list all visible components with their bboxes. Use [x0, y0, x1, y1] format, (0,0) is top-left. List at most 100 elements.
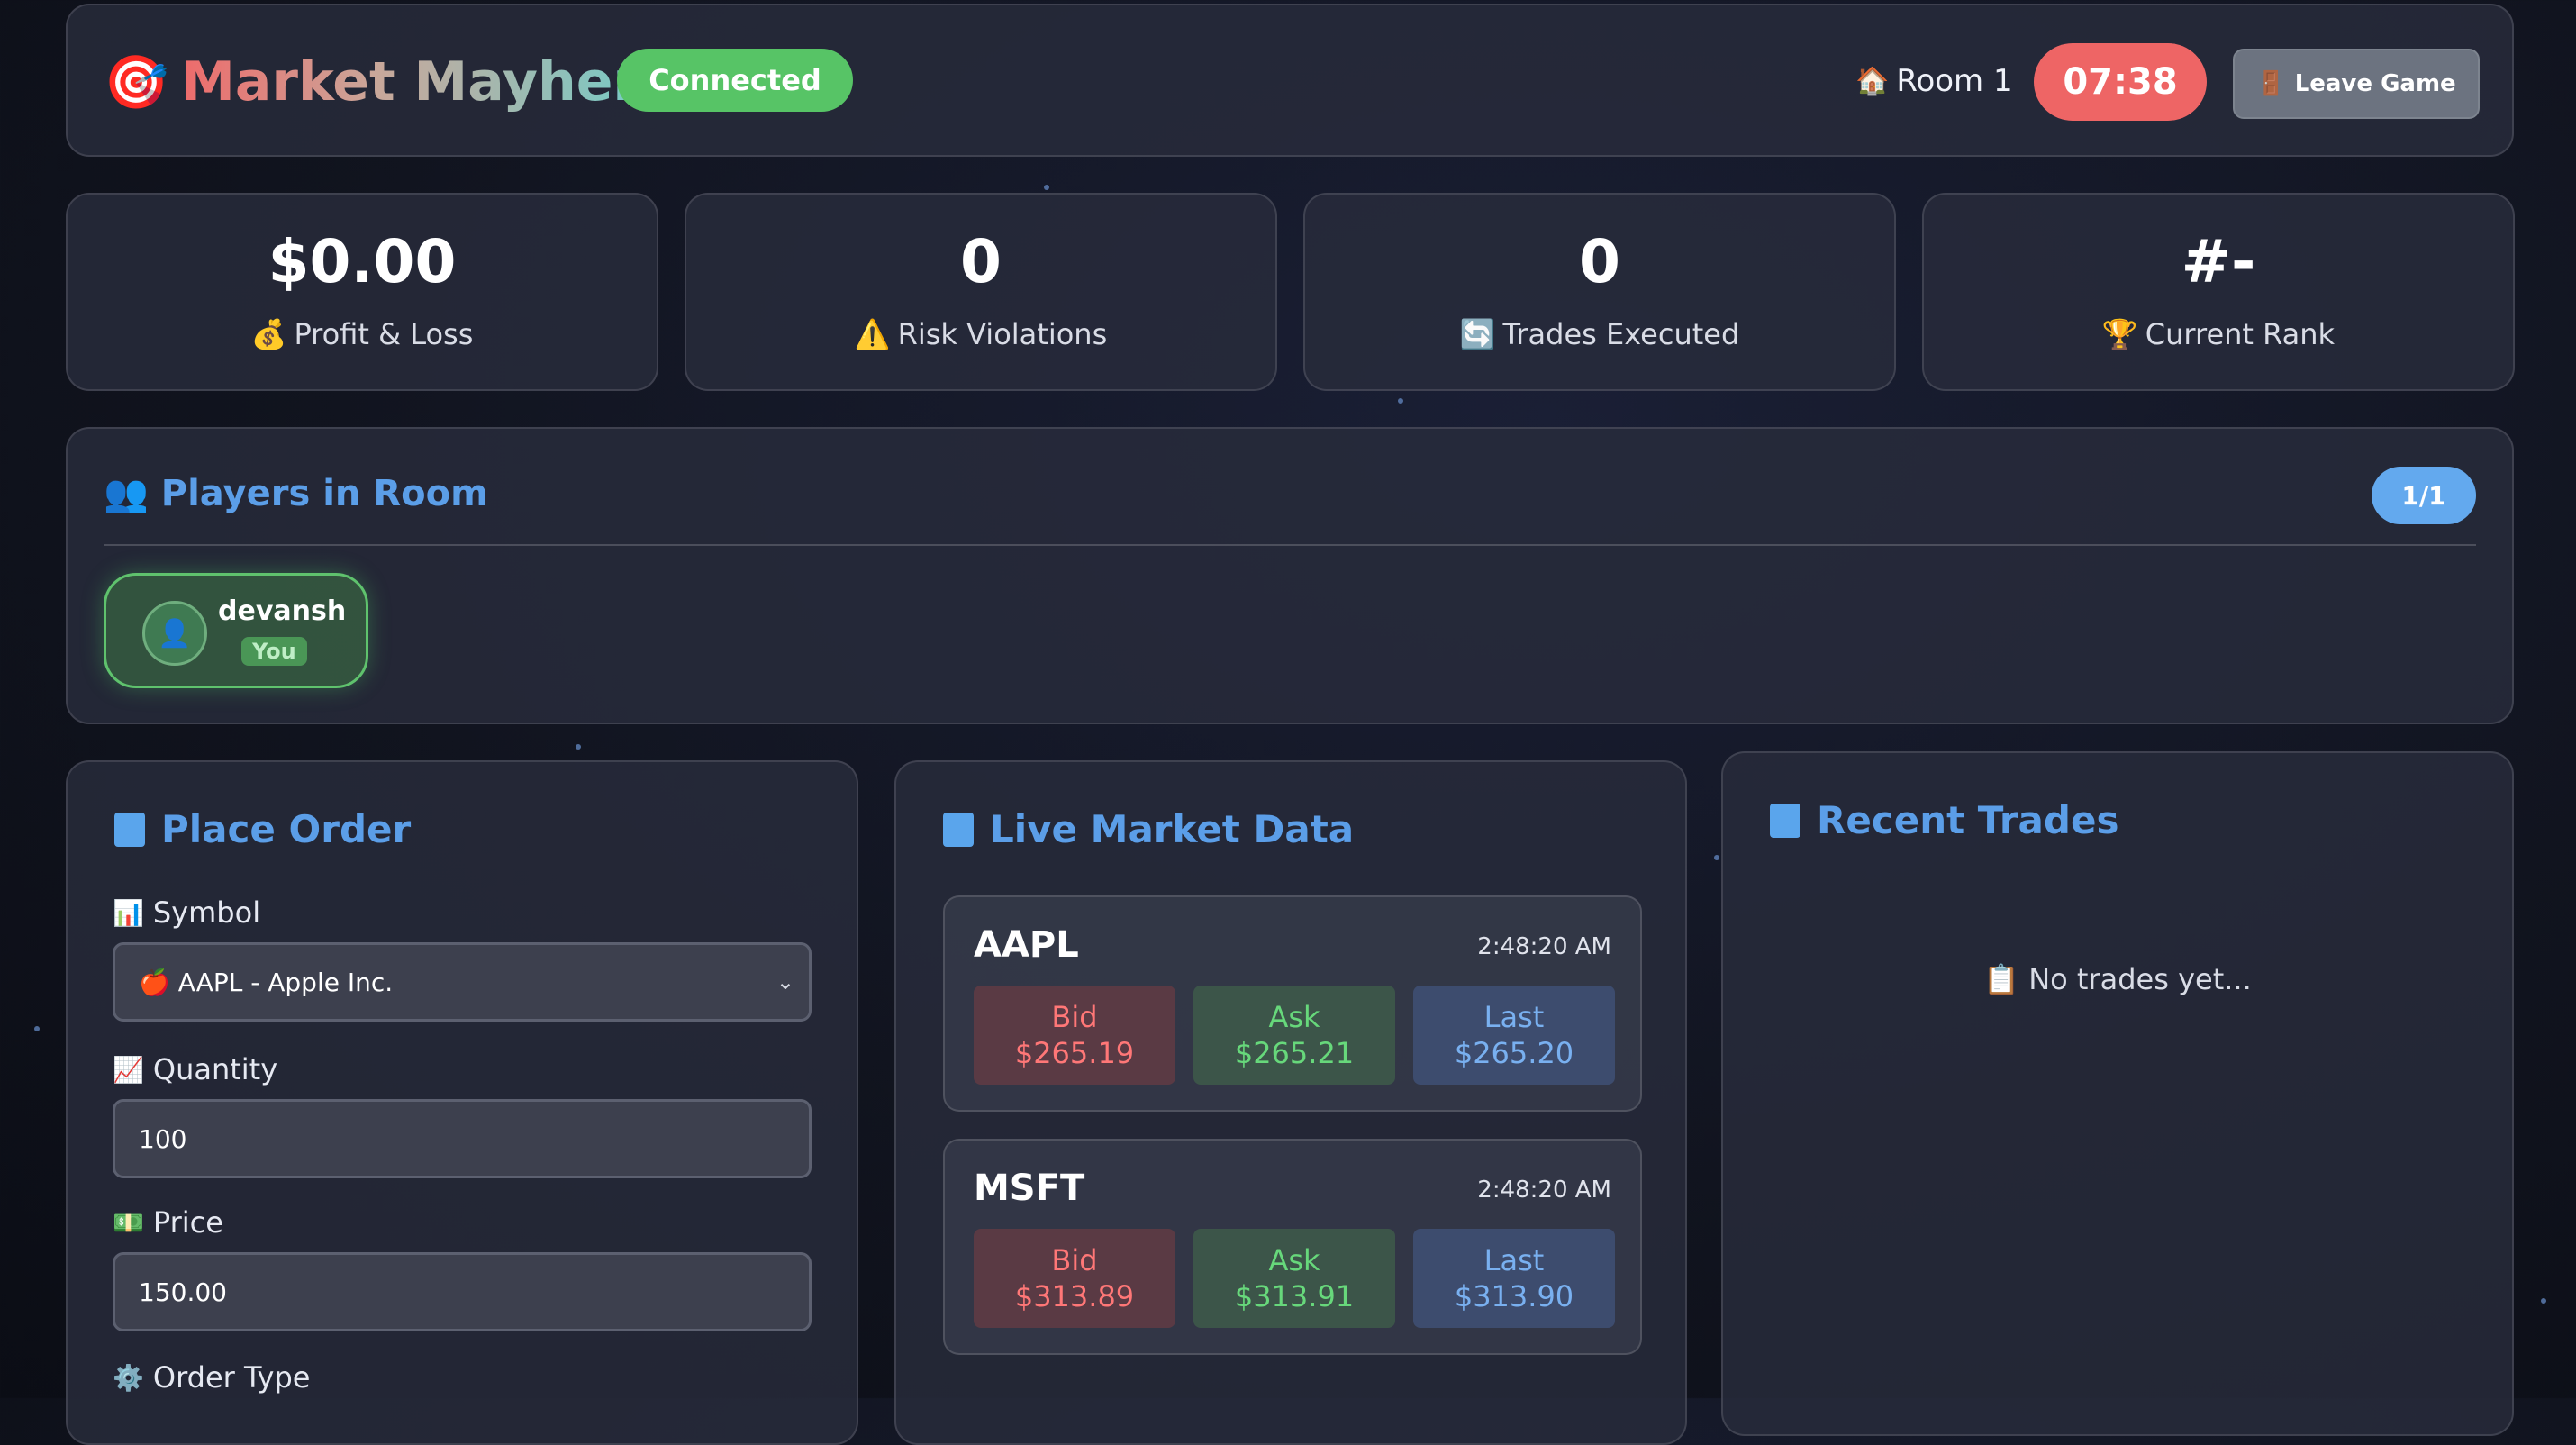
- recent-trades-title: Recent Trades: [1770, 798, 2118, 842]
- house-icon: 🏠: [1855, 65, 1890, 97]
- ticker-time: 2:48:20 AM: [1477, 933, 1611, 960]
- background-star: [1398, 398, 1403, 404]
- market-data-title-text: Live Market Data: [990, 807, 1355, 851]
- stat-label: 💰 Profit & Loss: [251, 317, 474, 351]
- ask-label: Ask: [1268, 1000, 1320, 1034]
- stat-trades-executed: 0 🔄 Trades Executed: [1303, 193, 1896, 391]
- leave-game-button[interactable]: 🚪 Leave Game: [2233, 49, 2480, 119]
- chart-square-icon: [943, 812, 974, 847]
- stat-value: $0.00: [268, 227, 457, 296]
- stat-risk-violations: 0 ⚠️ Risk Violations: [685, 193, 1277, 391]
- bid-value: $265.19: [1014, 1036, 1135, 1070]
- room-indicator: 🏠 Room 1: [1855, 63, 2013, 99]
- app-title: Market Mayhem: [181, 50, 669, 114]
- place-order-title-text: Place Order: [161, 807, 412, 851]
- quantity-label: 📈 Quantity: [113, 1052, 277, 1086]
- symbol-select-value: 🍎 AAPL - Apple Inc.: [139, 967, 394, 997]
- divider: [104, 544, 2476, 546]
- bid-cell: Bid $313.89: [974, 1229, 1175, 1328]
- dart-icon: 🎯: [104, 50, 169, 113]
- warning-icon: ⚠️: [854, 317, 891, 351]
- background-star: [1714, 855, 1719, 860]
- background-star: [34, 1026, 40, 1031]
- price-input[interactable]: 150.00: [113, 1252, 812, 1331]
- price-label-text: Price: [152, 1205, 223, 1240]
- bid-label: Bid: [1051, 1000, 1098, 1034]
- ask-cell: Ask $313.91: [1193, 1229, 1395, 1328]
- bid-label: Bid: [1051, 1243, 1098, 1277]
- ask-cell: Ask $265.21: [1193, 986, 1395, 1085]
- people-icon: 👥: [104, 473, 149, 514]
- trophy-icon: 🏆: [2101, 317, 2138, 351]
- last-label: Last: [1483, 1000, 1545, 1034]
- players-title: 👥 Players in Room: [104, 472, 488, 514]
- gear-icon: ⚙️: [113, 1362, 144, 1393]
- player-name: devansh: [218, 595, 347, 627]
- last-label: Last: [1483, 1243, 1545, 1277]
- bid-cell: Bid $265.19: [974, 986, 1175, 1085]
- banknote-icon: 💵: [113, 1207, 144, 1238]
- price-label: 💵 Price: [113, 1205, 223, 1240]
- recent-trades-panel: Recent Trades 📋 No trades yet...: [1721, 751, 2514, 1436]
- stat-current-rank: #- 🏆 Current Rank: [1922, 193, 2515, 391]
- symbol-label-text: Symbol: [152, 895, 261, 930]
- player-count-badge: 1/1: [2372, 467, 2476, 524]
- order-type-label: ⚙️ Order Type: [113, 1360, 310, 1395]
- stat-value: 0: [960, 227, 1002, 296]
- market-data-title: Live Market Data: [943, 807, 1354, 851]
- ticker-symbol: AAPL: [974, 924, 1079, 966]
- symbol-select[interactable]: 🍎 AAPL - Apple Inc. ⌄: [113, 942, 812, 1022]
- ask-label: Ask: [1268, 1243, 1320, 1277]
- symbol-label: 📊 Symbol: [113, 895, 260, 930]
- refresh-icon: 🔄: [1459, 317, 1496, 351]
- trend-up-icon: 📈: [113, 1054, 144, 1085]
- no-trades-message: 📋 No trades yet...: [1983, 962, 2252, 996]
- market-ticker-card[interactable]: MSFT 2:48:20 AM Bid $313.89 Ask $313.91 La…: [943, 1139, 1642, 1355]
- room-name: Room 1: [1896, 63, 2013, 99]
- player-card[interactable]: 👤 devansh You: [104, 573, 368, 688]
- bid-value: $313.89: [1014, 1279, 1135, 1313]
- place-order-panel: Place Order 📊 Symbol 🍎 AAPL - Apple Inc. …: [66, 760, 858, 1445]
- bar-chart-icon: 📊: [113, 897, 144, 928]
- stat-profit-loss: $0.00 💰 Profit & Loss: [66, 193, 658, 391]
- quantity-input[interactable]: 100: [113, 1099, 812, 1178]
- header-bar: 🎯 Market Mayhem Connected 🏠 Room 1 07:38…: [66, 4, 2514, 157]
- background-star: [1044, 185, 1049, 190]
- last-cell: Last $313.90: [1413, 1229, 1615, 1328]
- connection-status-badge: Connected: [617, 49, 853, 112]
- order-type-label-text: Order Type: [152, 1360, 311, 1395]
- game-timer: 07:38: [2034, 43, 2207, 121]
- leave-game-label: Leave Game: [2294, 70, 2456, 97]
- money-bag-icon: 💰: [250, 317, 287, 351]
- recent-trades-title-text: Recent Trades: [1817, 798, 2119, 842]
- stat-label-text: Risk Violations: [897, 317, 1108, 351]
- chevron-down-icon: ⌄: [776, 969, 794, 995]
- players-panel: 👥 Players in Room 1/1 👤 devansh You: [66, 427, 2514, 724]
- background-star: [576, 744, 581, 750]
- quantity-label-text: Quantity: [152, 1052, 278, 1086]
- stat-label: ⚠️ Risk Violations: [855, 317, 1107, 351]
- market-ticker-card[interactable]: AAPL 2:48:20 AM Bid $265.19 Ask $265.21 La…: [943, 895, 1642, 1112]
- background-star: [2541, 1298, 2546, 1304]
- market-data-panel: Live Market Data AAPL 2:48:20 AM Bid $265…: [894, 760, 1687, 1445]
- ticker-time: 2:48:20 AM: [1477, 1177, 1611, 1204]
- place-order-title: Place Order: [114, 807, 411, 851]
- app-branding: 🎯 Market Mayhem: [104, 50, 669, 114]
- stat-label-text: Current Rank: [2145, 317, 2336, 351]
- last-cell: Last $265.20: [1413, 986, 1615, 1085]
- last-value: $265.20: [1454, 1036, 1574, 1070]
- ticker-symbol: MSFT: [974, 1168, 1085, 1209]
- ask-value: $265.21: [1234, 1036, 1355, 1070]
- stat-value: #-: [2181, 227, 2256, 296]
- stat-label: 🏆 Current Rank: [2102, 317, 2335, 351]
- you-badge: You: [241, 637, 307, 666]
- clipboard-icon: [114, 812, 145, 847]
- stat-label-text: Trades Executed: [1502, 317, 1740, 351]
- ask-value: $313.91: [1234, 1279, 1355, 1313]
- stat-value: 0: [1579, 227, 1620, 296]
- stat-label-text: Profit & Loss: [294, 317, 474, 351]
- door-icon: 🚪: [2256, 70, 2286, 97]
- players-title-text: Players in Room: [160, 473, 488, 514]
- avatar-icon: 👤: [142, 601, 207, 666]
- stat-label: 🔄 Trades Executed: [1460, 317, 1740, 351]
